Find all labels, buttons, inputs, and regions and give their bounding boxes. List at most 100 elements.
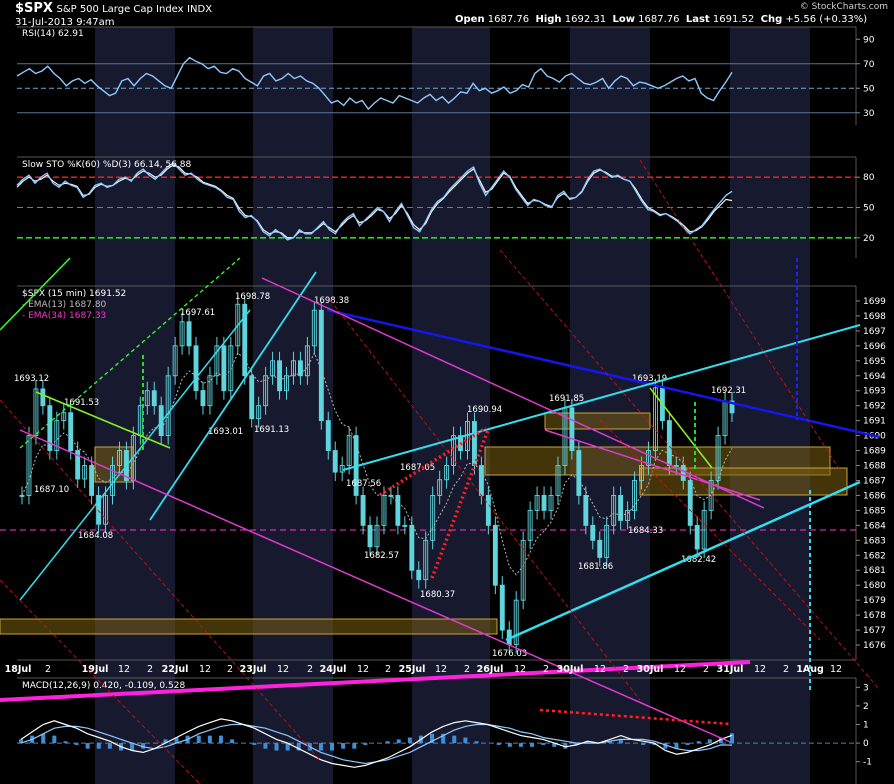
open-value: 1687.76 [487,14,530,25]
macd-histogram-bar [318,743,323,751]
high-label: High [535,14,562,25]
macd-histogram-bar [107,743,112,749]
price-annotation: 1690.94 [467,405,502,415]
candle-body [277,360,282,392]
macd-histogram-bar [707,739,712,744]
macd-histogram-bar [196,735,201,744]
candle-body [325,420,331,452]
price-tick-label: 1695 [863,357,886,367]
price-tick-label: 1693 [863,387,886,397]
macd-histogram-bar [474,741,479,744]
price-annotation: 1681.86 [578,562,613,572]
x-tick-label: 18Jul [5,664,32,675]
candle-body [40,388,46,407]
x-tick-label: 2 [783,664,789,675]
high-value: 1692.31 [564,14,607,25]
candle-body [541,494,547,511]
x-tick-label: 22Jul [162,664,189,675]
price-tick-label: 1680 [863,581,886,591]
macd-histogram-bar [730,733,734,744]
candle-body [485,494,491,526]
macd-histogram-bar [696,741,701,744]
x-tick-label: 12 [277,664,289,675]
macd-histogram-bar [274,743,279,751]
symbol: $SPX [15,1,53,16]
candle-body [193,345,199,392]
price-tick-label: 1684 [863,521,886,531]
chart-datetime: 31-Jul-2013 9:47am [15,17,115,28]
sto-legend: Slow STO %K(60) %D(3) 66.14, 56.88 [22,160,192,170]
open-label: Open [455,14,485,25]
quote-summary: Open 1687.76 High 1692.31 Low 1687.76 La… [455,14,867,25]
price-tick-label: 1685 [863,506,886,516]
stock-chart: 30507090RSI(14) 62.91 205080Slow STO %K(… [0,26,886,784]
last-value: 1691.52 [712,14,755,25]
x-tick-label: 12 [594,664,606,675]
candle-body [583,494,589,526]
candle-body [200,390,206,407]
price-tick-label: 1676 [863,641,886,651]
sto-tick-label: 20 [863,234,875,244]
macd-histogram-bar [263,743,268,749]
candle-body [318,309,324,422]
macd-histogram-bar [85,743,90,749]
x-tick-label: 12 [830,664,842,675]
x-tick-label: 12 [754,664,766,675]
price-annotation: 1692.31 [711,386,746,396]
candle-body [687,480,693,526]
price-tick-label: 1681 [863,566,886,576]
rsi-tick-label: 50 [863,84,875,94]
last-label: Last [685,14,710,25]
macd-histogram-bar [385,741,390,744]
x-tick-label: 23Jul [240,664,267,675]
x-tick-label: 2 [45,664,51,675]
macd-histogram-bar [530,743,535,747]
symbol-name: S&P 500 Large Cap Index [56,4,184,15]
x-tick-label: 19Jul [82,664,109,675]
x-tick-label: 25Jul [399,664,426,675]
price-annotation: 1698.78 [235,292,270,302]
ema34-legend: - EMA(34) 1687.33 [22,311,106,321]
price-annotation: 1684.08 [78,531,113,541]
macd-histogram-bar [41,733,46,744]
macd-histogram-bar [218,735,223,744]
price-zone [0,618,498,635]
x-tick-label: 30Jul [637,664,664,675]
rsi-legend: RSI(14) 62.91 [22,29,84,39]
x-tick-label: 2 [227,664,233,675]
macd-tick-label: 2 [863,702,869,712]
price-annotation: 1697.61 [180,308,215,318]
macd-histogram-bar [52,735,57,744]
price-tick-label: 1694 [863,372,886,382]
macd-histogram-bar [363,743,368,745]
macd-tick-label: 3 [863,683,869,693]
macd-histogram-bar [63,741,68,744]
x-tick-label: 2 [623,664,629,675]
x-tick-label: 1Aug [796,664,824,675]
price-annotation: 1693.12 [14,374,49,384]
candle-body [569,407,575,452]
price-annotation: 1687.10 [34,485,69,495]
chart-stage: 30 50 70 90 RSI(14) 62.91 20 50 80 Slow STO %K(… [0,0,894,784]
macd-histogram-bar [396,739,401,744]
x-tick-label: 12 [514,664,526,675]
candle-body [249,375,255,420]
candle-body [332,450,338,473]
candle-body [68,412,74,452]
sto-tick-label: 80 [863,173,875,183]
x-tick-label: 2 [703,664,709,675]
macd-histogram-bar [641,743,646,745]
candle-body [499,584,505,631]
chg-label: Chg [760,14,783,25]
price-tick-label: 1692 [863,402,886,412]
price-tick-label: 1691 [863,417,886,427]
candle-body [576,450,582,496]
price-tick-label: 1682 [863,551,886,561]
price-tick-label: 1677 [863,626,886,636]
x-tick-label: 12 [435,664,447,675]
price-annotation: 1682.57 [364,551,399,561]
price-annotation: 1687.05 [400,463,435,473]
candle-body [360,494,366,526]
price-tick-label: 1683 [863,536,886,546]
candle-body [590,524,596,541]
